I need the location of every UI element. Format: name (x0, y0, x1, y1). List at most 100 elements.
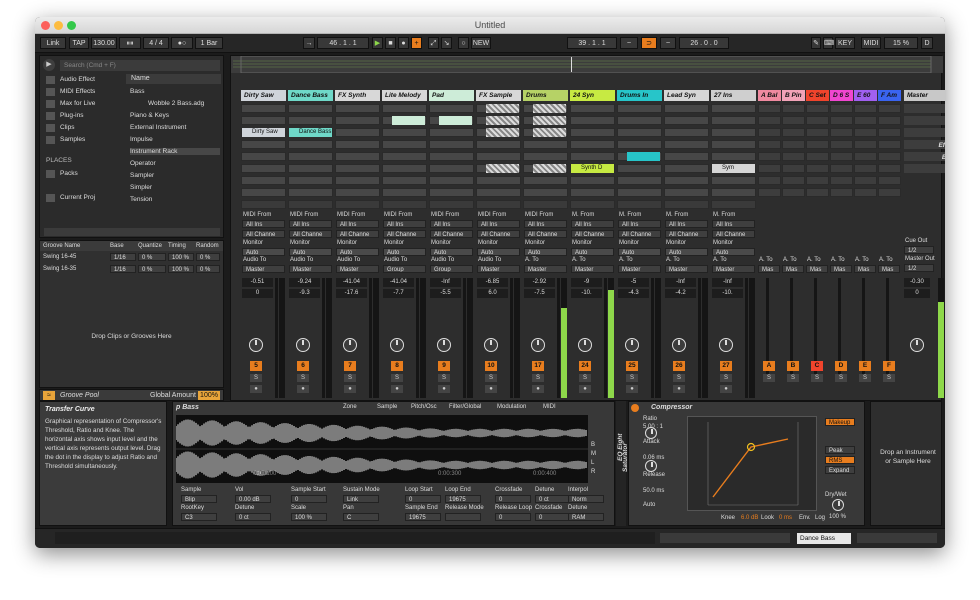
groove-random[interactable]: 0 % (196, 253, 220, 261)
clip-slot[interactable] (664, 152, 709, 161)
track-header[interactable]: FX Synth (335, 90, 380, 101)
volume-fader[interactable] (745, 278, 748, 398)
comp-knee[interactable]: Knee (721, 515, 735, 521)
output-chooser[interactable]: Master (289, 265, 332, 273)
key-map-button[interactable]: KEY (835, 37, 855, 49)
sampler-param-value[interactable]: 0 ct (235, 513, 271, 521)
track-volume-field[interactable]: -41.04 (383, 278, 414, 287)
track-activator[interactable]: 8 (391, 361, 403, 371)
clip-slot[interactable] (617, 176, 662, 185)
clip-slot[interactable] (617, 104, 662, 113)
arrangement-overview[interactable] (231, 55, 943, 74)
return-track-header[interactable]: A Bal (758, 90, 781, 101)
input-type-chooser[interactable]: All Ins (665, 220, 708, 228)
track-activator[interactable]: 17 (532, 361, 544, 371)
clip-slot[interactable] (664, 104, 709, 113)
output-chooser[interactable]: Master (571, 265, 614, 273)
return-solo-button[interactable]: S (859, 374, 871, 382)
clip-stop-button[interactable] (476, 200, 521, 209)
clip-stop-button[interactable] (664, 200, 709, 209)
output-chooser[interactable]: Master (524, 265, 567, 273)
volume-fader[interactable] (275, 278, 278, 398)
sampler-param-value[interactable]: 0 (495, 513, 531, 521)
arm-button[interactable]: ● (250, 385, 262, 393)
browser-category[interactable]: Samples (60, 136, 85, 143)
arm-button[interactable]: ● (626, 385, 638, 393)
input-type-chooser[interactable]: All Ins (571, 220, 614, 228)
clip-slot[interactable] (335, 140, 380, 149)
track-header[interactable]: Dance Bass (288, 90, 333, 101)
recording-clip[interactable] (486, 116, 519, 125)
clip-slot[interactable] (429, 152, 474, 161)
clip-slot[interactable] (711, 152, 756, 161)
loop-length-field[interactable]: 26 . 0 . 0 (679, 37, 729, 49)
monitor-switch[interactable]: Auto (430, 248, 473, 256)
pan-knob[interactable] (578, 338, 592, 352)
sampler-param-value[interactable]: 0 (291, 495, 327, 503)
track-volume-field[interactable]: -2.92 (524, 278, 555, 287)
track-volume-field[interactable]: -9 (571, 278, 602, 287)
arm-button[interactable]: ● (344, 385, 356, 393)
sampler-param-value[interactable]: 19675 (405, 513, 441, 521)
clip-slot[interactable] (335, 176, 380, 185)
return-activator[interactable]: E (859, 361, 871, 371)
track-activator[interactable]: 5 (250, 361, 262, 371)
scene-launch[interactable]: Break (904, 152, 945, 161)
comp-log[interactable]: Log (815, 515, 825, 521)
recording-clip[interactable] (533, 116, 566, 125)
track-activator[interactable]: 27 (720, 361, 732, 371)
monitor-switch[interactable]: Auto (712, 248, 755, 256)
punch-icon[interactable]: ○ (458, 37, 469, 49)
sampler-param-value[interactable]: C3 (181, 513, 217, 521)
return-solo-button[interactable]: S (811, 374, 823, 382)
input-channel-chooser[interactable]: All Channe (571, 230, 614, 238)
comp-look[interactable]: Look (761, 515, 774, 521)
recording-clip[interactable] (486, 128, 519, 137)
transfer-curve-display[interactable] (687, 416, 817, 511)
track-activator[interactable]: 6 (297, 361, 309, 371)
arm-button[interactable]: ● (532, 385, 544, 393)
track-header[interactable]: FX Sample (476, 90, 521, 101)
clip-slot[interactable] (711, 128, 756, 137)
clip-slot[interactable] (664, 188, 709, 197)
volume-fader[interactable] (369, 278, 372, 398)
quantize-menu[interactable]: 1 Bar (195, 37, 223, 49)
waveform-option[interactable]: L (591, 460, 594, 466)
monitor-switch[interactable]: Auto (524, 248, 567, 256)
groove-pool-icon[interactable]: ≈ (43, 391, 55, 400)
tap-tempo-button[interactable]: TAP (69, 37, 89, 49)
places-item[interactable]: Packs (60, 170, 78, 177)
clip-slot[interactable] (570, 104, 615, 113)
track-header[interactable]: Dirty Saw (241, 90, 286, 101)
arm-button[interactable]: ● (485, 385, 497, 393)
solo-button[interactable]: S (579, 374, 591, 382)
output-chooser[interactable]: Master (618, 265, 661, 273)
track-header[interactable]: Pad (429, 90, 474, 101)
groove-timing[interactable]: 100 % (168, 253, 194, 261)
browser-category[interactable]: Plug-ins (60, 112, 83, 119)
volume-fader[interactable] (416, 278, 419, 398)
return-output-chooser[interactable]: Mas (854, 265, 876, 273)
track-volume-field[interactable]: -0.51 (242, 278, 273, 287)
track-volume-field[interactable]: -Inf (665, 278, 696, 287)
clip-slot[interactable] (711, 116, 756, 125)
comp-env[interactable]: Env. (799, 515, 811, 521)
clip-slot[interactable] (382, 164, 427, 173)
arm-button[interactable]: ● (720, 385, 732, 393)
clip-slot[interactable] (288, 188, 333, 197)
back-to-arrangement-icon[interactable]: ↘ (441, 37, 452, 49)
instrument-drop-zone[interactable]: Drop an Instrument or Sample Here (870, 401, 942, 526)
follow-icon[interactable]: → (303, 37, 315, 49)
volume-fader[interactable] (604, 278, 607, 398)
recording-clip[interactable] (486, 104, 519, 113)
track-header[interactable]: Drums (523, 90, 568, 101)
input-channel-chooser[interactable]: All Channe (383, 230, 426, 238)
waveform-option[interactable]: M (591, 451, 596, 457)
scene-launch[interactable]: B (904, 116, 945, 125)
clip-slot[interactable] (664, 176, 709, 185)
sampler-param-value[interactable] (445, 513, 481, 521)
pan-knob[interactable] (343, 338, 357, 352)
clip-slot[interactable] (523, 152, 568, 161)
clip-slot[interactable] (570, 188, 615, 197)
browser-category[interactable]: Audio Effect (60, 76, 95, 83)
